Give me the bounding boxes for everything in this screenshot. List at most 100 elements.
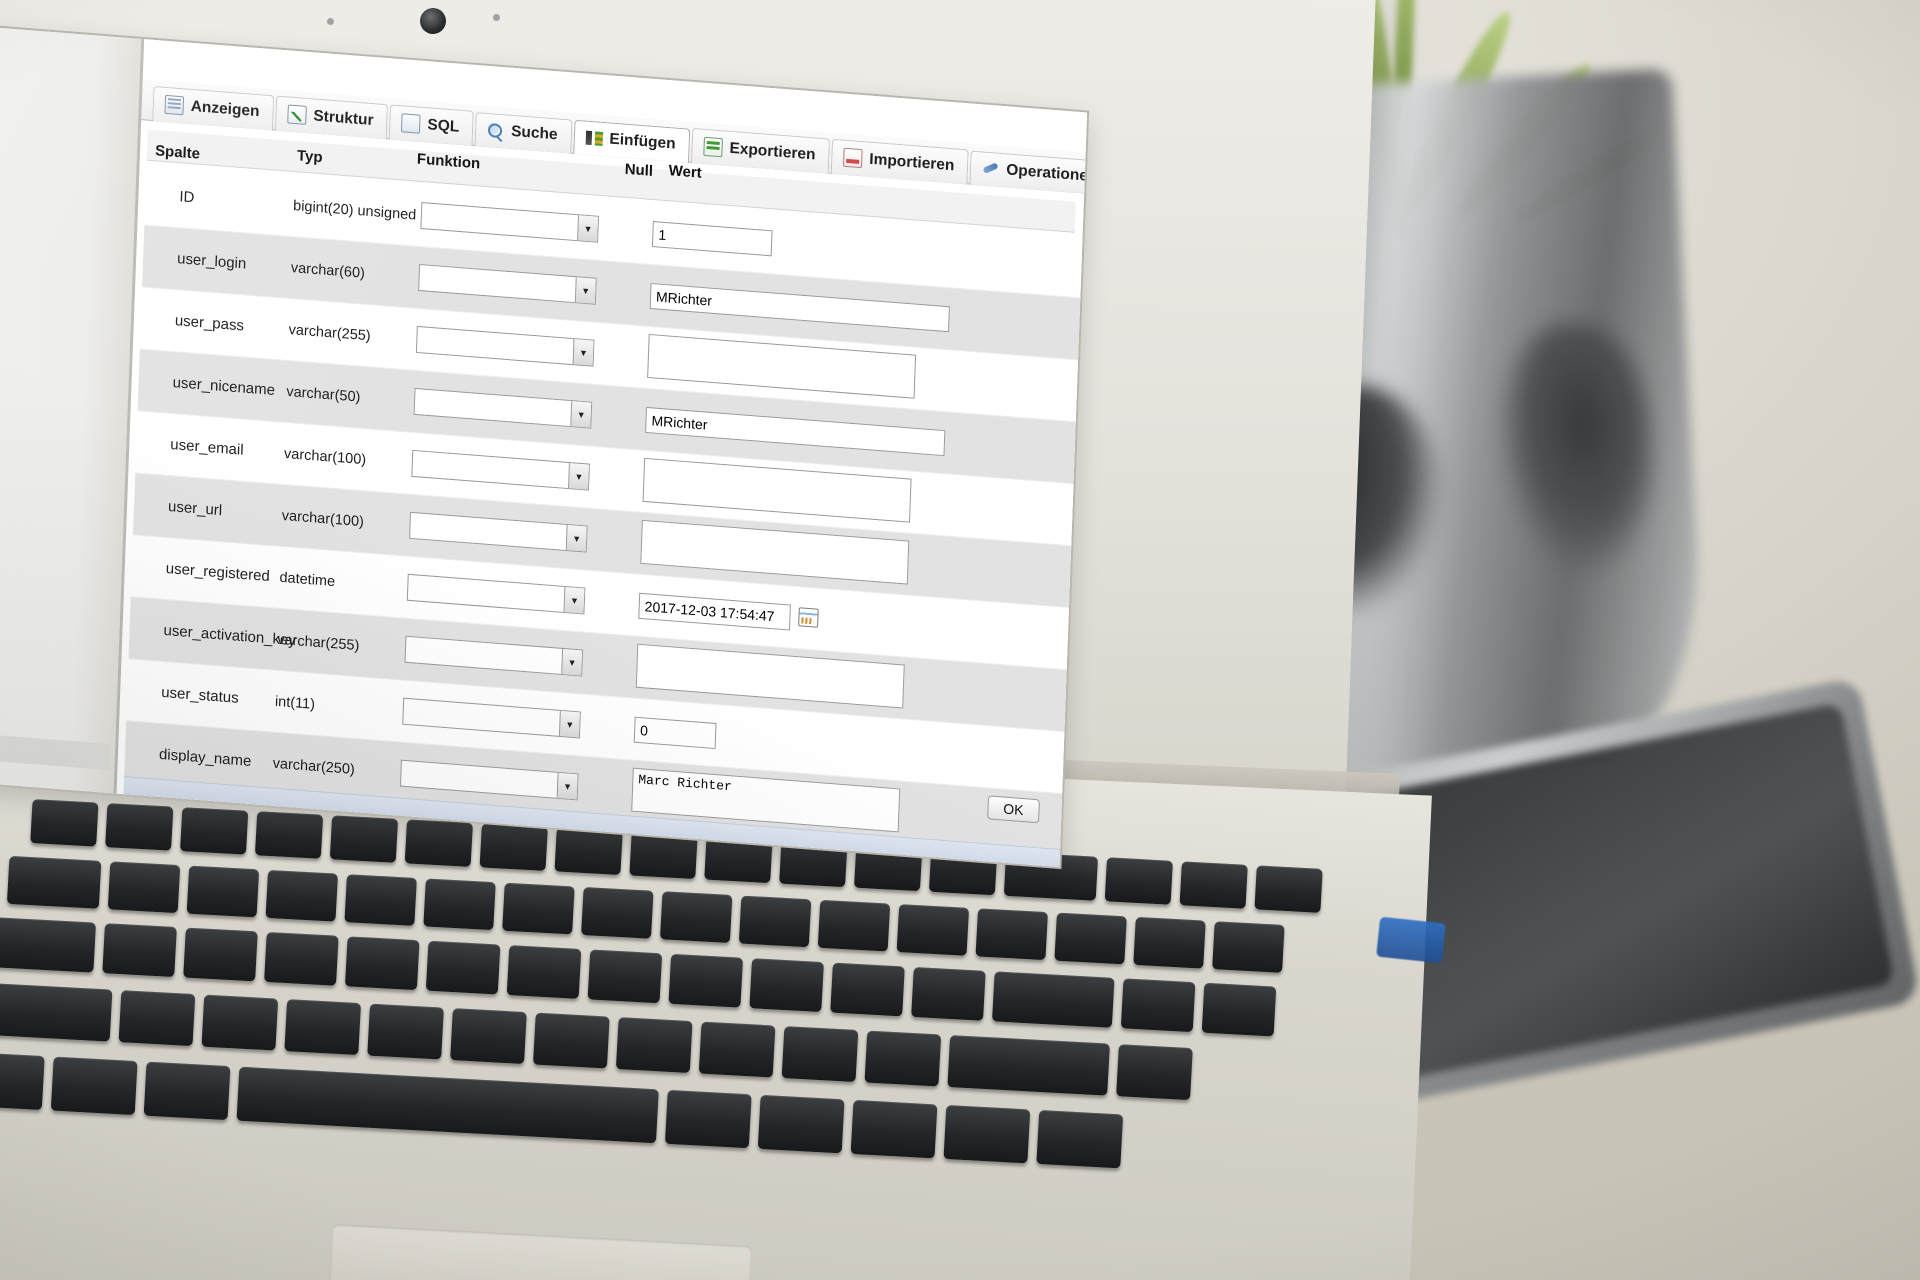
column-name: ID [179, 188, 195, 207]
structure-icon [287, 104, 307, 125]
column-name: display_name [158, 745, 252, 771]
webcam-indicator-right [493, 14, 500, 21]
column-name: user_pass [174, 312, 245, 335]
null-checkbox-cell [614, 417, 646, 419]
header-function: Funktion [416, 150, 481, 173]
function-cell: ▼ [409, 511, 610, 555]
null-checkbox-cell [607, 603, 639, 605]
datetime-input[interactable] [638, 592, 791, 631]
column-type: varchar(100) [283, 445, 367, 468]
function-cell: ▼ [406, 573, 608, 617]
column-type: varchar(60) [290, 259, 366, 282]
column-name: user_activation_key [163, 621, 297, 650]
tab-label: Suche [510, 122, 558, 144]
tab-label: Einfügen [609, 130, 676, 153]
function-select-wrap[interactable]: ▼ [413, 387, 593, 429]
calendar-icon[interactable] [798, 606, 819, 628]
insert-icon [585, 129, 603, 147]
row-ok-button[interactable]: OK [986, 795, 1040, 824]
function-select[interactable] [404, 635, 584, 677]
function-select-wrap[interactable]: ▼ [415, 325, 595, 367]
null-checkbox-cell [618, 293, 650, 295]
column-type: varchar(255) [288, 321, 371, 344]
form-rows: IDbigint(20) unsigned▼user_loginvarchar(… [123, 163, 1083, 857]
tab-label: Anzeigen [190, 97, 260, 120]
sql-icon [401, 113, 421, 134]
function-select[interactable] [420, 202, 600, 243]
function-select[interactable] [409, 511, 588, 553]
laptop-screen: oriten ☍ eu _commentmeta_comments_et_soc… [0, 10, 1088, 867]
null-checkbox-cell [611, 479, 643, 481]
null-checkbox-cell [605, 665, 637, 667]
function-select-wrap[interactable]: ▼ [406, 573, 586, 615]
function-cell: ▼ [418, 263, 619, 307]
header-type: Typ [296, 147, 323, 167]
column-type: varchar(255) [276, 631, 360, 654]
value-textarea[interactable] [640, 519, 910, 585]
tab-label: SQL [427, 115, 460, 136]
webcam-indicator-left [327, 18, 334, 25]
header-column: Spalte [154, 142, 201, 163]
insert-form: Spalte Typ Funktion Null Wert ID bigint(2… [114, 121, 1085, 867]
function-select-wrap[interactable]: ▼ [402, 697, 581, 739]
value-input[interactable] [645, 406, 946, 456]
column-type: varchar(50) [286, 383, 361, 406]
laptop-sticker [1376, 916, 1446, 964]
function-select[interactable] [415, 325, 595, 367]
import-icon [843, 147, 863, 169]
null-checkbox-cell [600, 789, 632, 791]
header-value: Wert [668, 162, 703, 182]
export-icon [703, 136, 723, 158]
null-checkbox-cell [602, 727, 634, 729]
function-select-wrap[interactable]: ▼ [404, 635, 584, 677]
value-input[interactable] [649, 282, 950, 332]
column-type: datetime [279, 569, 336, 590]
header-null: Null [624, 160, 654, 180]
main-panel: Anzeigen Struktur SQL Suche Einfügen Exportie… [113, 38, 1088, 867]
function-cell: ▼ [402, 697, 603, 741]
value-textarea[interactable] [642, 457, 912, 523]
function-select[interactable] [413, 387, 593, 429]
column-name: user_url [167, 497, 223, 520]
tab-sql[interactable]: SQL [388, 104, 474, 146]
column-type: bigint(20) unsigned [292, 197, 417, 224]
null-checkbox-cell [616, 355, 648, 357]
column-name: user_status [160, 683, 239, 707]
value-textarea[interactable] [635, 643, 905, 709]
function-select-wrap[interactable]: ▼ [420, 202, 600, 243]
null-checkbox-cell [620, 231, 652, 233]
function-cell: ▼ [404, 635, 606, 679]
function-cell: ▼ [415, 325, 617, 369]
function-select[interactable] [406, 573, 586, 615]
column-name: user_login [176, 250, 247, 273]
tab-label: Struktur [313, 106, 374, 129]
column-name: user_email [170, 436, 244, 459]
function-select-wrap[interactable]: ▼ [411, 449, 590, 491]
function-select-wrap[interactable]: ▼ [418, 263, 597, 305]
function-select[interactable] [399, 759, 579, 801]
function-cell: ▼ [420, 202, 621, 245]
function-select-wrap[interactable]: ▼ [399, 759, 579, 801]
tab-label: Exportieren [729, 139, 816, 163]
tab-label: Importieren [869, 150, 955, 174]
table-list: _commentmeta_comments_et_social_stats_li… [0, 207, 130, 820]
column-name: user_nicename [172, 374, 276, 400]
search-icon [486, 121, 505, 140]
function-select[interactable] [411, 449, 590, 491]
value-input[interactable] [651, 220, 773, 256]
function-cell: ▼ [411, 449, 612, 493]
browse-icon [164, 94, 185, 116]
operations-icon [982, 160, 1000, 178]
column-type: int(11) [274, 693, 316, 713]
function-select[interactable] [402, 697, 581, 739]
column-name: user_registered [165, 559, 271, 586]
photograph-scene: SAMSUNG [0, 0, 1920, 1280]
value-textarea[interactable] [647, 333, 917, 399]
function-select[interactable] [418, 263, 597, 305]
function-select-wrap[interactable]: ▼ [409, 511, 588, 553]
tab-label: Operationen [1005, 161, 1088, 186]
column-type: varchar(100) [281, 507, 365, 530]
value-input[interactable] [633, 716, 717, 749]
function-cell: ▼ [413, 387, 615, 431]
function-cell: ▼ [399, 759, 601, 803]
